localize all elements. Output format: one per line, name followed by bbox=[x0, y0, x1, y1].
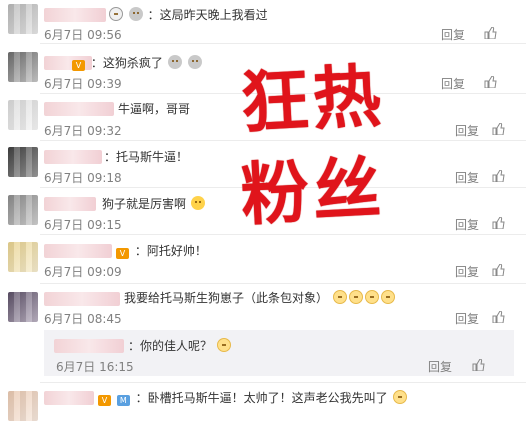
comment-content: 狗子就是厉害啊 bbox=[102, 197, 187, 211]
username-blurred[interactable] bbox=[44, 197, 96, 211]
comment-time: 6月7日 09:39 bbox=[44, 77, 122, 91]
cat-emoji-icon bbox=[332, 290, 347, 304]
comment-item: ：这局昨天晚上我看过 6月7日 09:56 回复 bbox=[0, 0, 526, 44]
like-thumb-icon[interactable] bbox=[492, 217, 505, 229]
vip-badge-icon: V bbox=[116, 248, 129, 259]
comment-content: ：阿托好帅！ bbox=[134, 244, 207, 258]
cat-emoji-icon bbox=[380, 290, 395, 304]
cat-emoji-icon bbox=[348, 290, 363, 304]
like-thumb-icon[interactable] bbox=[492, 311, 505, 323]
comment-item: 我要给托马斯生狗崽子（此条包对象） 6月7日 08:45 回复 bbox=[0, 284, 526, 330]
face-emoji-icon bbox=[187, 55, 202, 69]
comment-text: V M ：卧槽托马斯牛逼！太帅了！这声老公我先叫了 bbox=[98, 390, 408, 406]
comment-time: 6月7日 09:56 bbox=[44, 28, 122, 42]
nested-reply: ：你的佳人呢？ 6月7日 16:15 回复 bbox=[44, 330, 514, 376]
cat-emoji-icon bbox=[216, 338, 231, 352]
overlay-caption-line2: 粉丝 bbox=[238, 149, 387, 236]
username-blurred[interactable] bbox=[54, 339, 124, 353]
avatar[interactable] bbox=[8, 292, 38, 322]
overlay-caption-line1: 狂热 bbox=[238, 57, 387, 144]
avatar[interactable] bbox=[8, 195, 38, 225]
panda-emoji-icon bbox=[109, 7, 123, 21]
avatar[interactable] bbox=[8, 52, 38, 82]
comment-content: ：这狗杀疯了 bbox=[90, 56, 163, 70]
avatar[interactable] bbox=[8, 391, 38, 421]
reply-button[interactable]: 回复 bbox=[455, 263, 479, 280]
member-badge-icon: M bbox=[116, 395, 130, 406]
username-blurred[interactable] bbox=[44, 391, 94, 405]
laugh-emoji-icon bbox=[190, 196, 205, 210]
comment-time: 6月7日 16:15 bbox=[56, 360, 134, 374]
like-thumb-icon[interactable] bbox=[472, 359, 485, 371]
reply-button[interactable]: 回复 bbox=[455, 216, 479, 233]
like-thumb-icon[interactable] bbox=[484, 76, 497, 88]
username-blurred[interactable] bbox=[44, 150, 102, 164]
username-blurred[interactable] bbox=[44, 8, 106, 22]
comment-text: 我要给托马斯生狗崽子（此条包对象） bbox=[124, 290, 396, 306]
comment-text: ：托马斯牛逼！ bbox=[104, 150, 189, 164]
like-thumb-icon[interactable] bbox=[484, 27, 497, 39]
reply-button[interactable]: 回复 bbox=[428, 358, 452, 375]
avatar[interactable] bbox=[8, 242, 38, 272]
comment-text: V ：阿托好帅！ bbox=[116, 243, 207, 259]
reply-button[interactable]: 回复 bbox=[441, 26, 465, 43]
comment-text: V ：这狗杀疯了 bbox=[72, 55, 203, 71]
like-thumb-icon[interactable] bbox=[492, 170, 505, 182]
comment-content: ：你的佳人呢？ bbox=[128, 339, 213, 353]
comment-text: ：这局昨天晚上我看过 bbox=[108, 7, 268, 23]
username-blurred[interactable] bbox=[44, 292, 120, 306]
comment-time: 6月7日 09:15 bbox=[44, 218, 122, 232]
comment-time: 6月7日 09:09 bbox=[44, 265, 122, 279]
comment-text: 狗子就是厉害啊 bbox=[102, 196, 206, 212]
reply-button[interactable]: 回复 bbox=[455, 122, 479, 139]
comment-content: ：这局昨天晚上我看过 bbox=[147, 8, 268, 22]
face-emoji-icon bbox=[167, 55, 182, 69]
vip-badge-icon: V bbox=[72, 60, 85, 71]
reply-button[interactable]: 回复 bbox=[455, 169, 479, 186]
vip-badge-icon: V bbox=[98, 395, 111, 406]
comment-text: 牛逼啊，哥哥 bbox=[118, 102, 191, 116]
comment-text: ：你的佳人呢？ bbox=[128, 338, 232, 354]
reply-button[interactable]: 回复 bbox=[441, 75, 465, 92]
comment-time: 6月7日 09:32 bbox=[44, 124, 122, 138]
cat-emoji-icon bbox=[392, 390, 407, 404]
comment-content: ：卧槽托马斯牛逼！太帅了！这声老公我先叫了 bbox=[135, 391, 388, 405]
username-blurred[interactable] bbox=[44, 102, 114, 116]
like-thumb-icon[interactable] bbox=[492, 123, 505, 135]
like-thumb-icon[interactable] bbox=[492, 264, 505, 276]
avatar[interactable] bbox=[8, 147, 38, 177]
comment-time: 6月7日 09:18 bbox=[44, 171, 122, 185]
comment-content: 我要给托马斯生狗崽子（此条包对象） bbox=[124, 291, 329, 305]
comment-item: V ：阿托好帅！ 6月7日 09:09 回复 bbox=[0, 235, 526, 284]
avatar[interactable] bbox=[8, 4, 38, 34]
cat-emoji-icon bbox=[364, 290, 379, 304]
username-blurred[interactable] bbox=[44, 244, 112, 258]
reply-button[interactable]: 回复 bbox=[455, 310, 479, 327]
avatar[interactable] bbox=[8, 100, 38, 130]
comment-item: V M ：卧槽托马斯牛逼！太帅了！这声老公我先叫了 bbox=[0, 383, 526, 431]
comment-time: 6月7日 08:45 bbox=[44, 312, 122, 326]
face-emoji-icon bbox=[128, 7, 143, 21]
